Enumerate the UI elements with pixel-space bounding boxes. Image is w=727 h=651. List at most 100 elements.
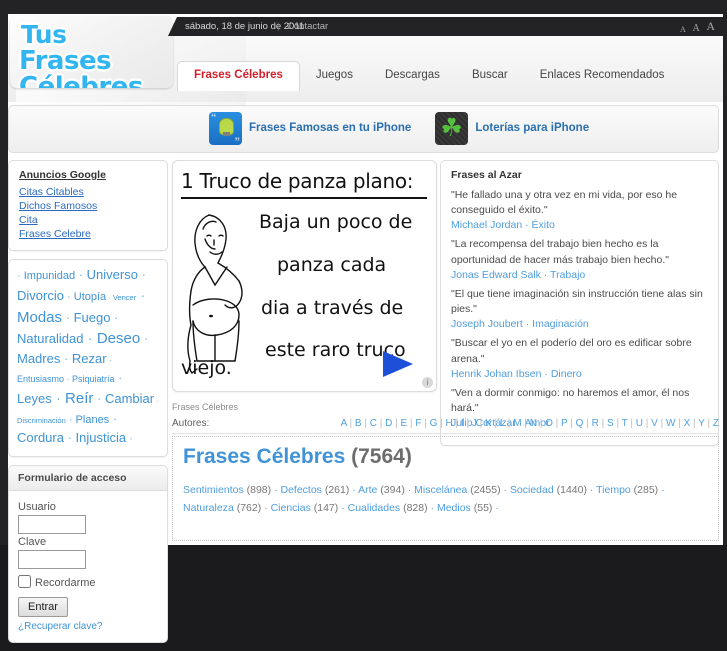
tag-modas[interactable]: Modas [17,309,62,326]
category-separator: · [495,501,499,514]
quote-text: "La recompensa del trabajo bien hecho es… [451,238,669,266]
tag-discriminación[interactable]: Discriminación [17,416,66,425]
tag-planes[interactable]: Planes [76,414,110,426]
tag-cambiar[interactable]: Cambiar [105,391,154,406]
ads-link-4[interactable]: Frases Celebre [19,228,157,240]
quote-author[interactable]: Jonas Edward Salk [451,269,541,281]
ad-line-3: panza cada [277,254,387,276]
quote-meta: Henrik Johan Ibsen · Dinero [451,368,708,380]
tab-frases-célebres[interactable]: Frases Célebres [177,61,300,91]
quote-author[interactable]: Michael Jordan [451,219,522,231]
alpha-link-W[interactable]: W [666,418,675,429]
promo-items: “” Frases Famosas en tu iPhone ☘ Loterías p… [209,112,613,148]
category-cualidades[interactable]: Cualidades [348,502,401,514]
tag-utopía[interactable]: Utopía [74,291,106,303]
tag-separator: · [64,374,73,385]
logo-line-2: Frases Célebres [19,46,143,88]
adchoices-info-icon[interactable]: i [422,377,433,388]
category-separator: · [661,484,665,496]
tab-juegos[interactable]: Juegos [300,61,369,90]
tag-entusiasmo[interactable]: Entusiasmo [17,374,64,384]
alpha-link-H[interactable]: H [446,418,453,429]
tag-deseo[interactable]: Deseo [97,330,140,347]
tab-descargas[interactable]: Descargas [369,61,456,90]
ad-headline: 1 Truco de panza plano: [181,169,414,193]
tag-leyes[interactable]: Leyes [17,391,52,406]
alpha-link-O[interactable]: O [545,418,553,429]
autores-row: Autores: A | B | C | D | E | F | G | H |… [172,418,719,434]
recordarme-row[interactable]: Recordarme [18,574,158,589]
category-medios[interactable]: Medios [437,502,471,514]
recordarme-checkbox[interactable] [18,574,31,588]
category-tiempo[interactable]: Tiempo [596,484,631,496]
alpha-separator: | [583,418,592,429]
lightbulb-quote-icon: “” [209,112,242,148]
alpha-separator: | [657,418,666,429]
alpha-link-U[interactable]: U [636,418,643,429]
tag-divorcio[interactable]: Divorcio [17,288,64,303]
tag-separator: · [137,267,146,282]
quote-topic[interactable]: Dinero [551,368,582,380]
tag-psiquiatría[interactable]: Psiquiatría [72,374,115,384]
tag-universo[interactable]: Universo [87,267,138,282]
quote-topic[interactable]: Éxito [532,219,555,231]
blue-arrow-icon[interactable] [383,351,413,377]
usuario-input[interactable] [18,514,86,534]
ads-link-3[interactable]: Cita [19,214,157,226]
font-size-medium-icon[interactable]: A [692,23,699,34]
tag-impunidad[interactable]: Impunidad [24,270,75,282]
entrar-button[interactable]: Entrar [18,596,68,617]
tag-vencer[interactable]: Vencer [113,293,136,302]
category-arte[interactable]: Arte [358,484,377,496]
tag-reír[interactable]: Reír [65,390,93,407]
tab-buscar[interactable]: Buscar [456,61,524,90]
tag-injusticia[interactable]: Injusticia [76,430,127,445]
tag-separator: · [106,355,113,366]
alpha-link-K[interactable]: K [485,418,492,429]
font-size-large-icon[interactable]: A [706,19,715,34]
quote-topic[interactable]: Imaginación [532,318,589,330]
alpha-separator: | [642,418,652,429]
category-defectos[interactable]: Defectos [280,484,321,496]
quote-author[interactable]: Joseph Joubert [451,318,523,330]
tag-madres[interactable]: Madres [17,351,60,366]
quote-author[interactable]: Henrik Johan Ibsen [451,368,541,380]
category-sociedad[interactable]: Sociedad [510,484,554,496]
clave-input[interactable] [18,549,86,569]
alpha-separator: | [521,418,530,429]
alpha-link-C[interactable]: C [370,418,377,429]
alpha-link-R[interactable]: R [592,418,599,429]
tag-fuego[interactable]: Fuego [74,310,111,325]
category-miscelánea[interactable]: Miscelánea [414,484,467,496]
page-title-text: Frases Célebres [183,445,346,468]
category-count: (828) [400,501,431,514]
random-quotes-title: Frases al Azar [451,169,522,181]
alpha-link-V[interactable]: V [651,418,658,429]
category-naturaleza[interactable]: Naturaleza [183,502,234,514]
tag-cordura[interactable]: Cordura [17,430,64,445]
alpha-separator: | [675,418,684,429]
tag-naturalidad[interactable]: Naturalidad [17,331,84,346]
recuperar-clave-link[interactable]: ¿Recuperar clave? [18,621,158,632]
alpha-separator: | [476,418,485,429]
alpha-link-S[interactable]: S [607,418,614,429]
tag-rezar[interactable]: Rezar [72,351,107,366]
quote-topic[interactable]: Trabajo [550,269,585,281]
site-logo[interactable]: Tus Frases Célebres [10,16,173,88]
promo-item-2[interactable]: ☘ Loterías para iPhone [435,112,589,148]
ads-link-2[interactable]: Dichos Famosos [19,200,157,212]
ads-link-1[interactable]: Citas Citables [19,186,157,198]
alpha-link-B[interactable]: B [355,418,362,429]
ad-underline [181,197,427,199]
category-sentimientos[interactable]: Sentimientos [183,484,244,496]
category-ciencias[interactable]: Ciencias [271,502,311,514]
alpha-link-N[interactable]: N [530,418,537,429]
alpha-link-Z[interactable]: Z [713,418,719,429]
font-size-controls[interactable]: A A A [676,19,715,34]
promo-item-1[interactable]: “” Frases Famosas en tu iPhone [209,112,411,148]
tab-enlaces-recomendados[interactable]: Enlaces Recomendados [524,61,681,90]
alpha-link-M[interactable]: M [513,418,521,429]
font-size-small-icon[interactable]: A [680,25,686,34]
center-advertisement[interactable]: 1 Truco de panza plano: Baja un poco de … [172,160,437,392]
contactar-link[interactable]: Contactar [287,21,328,32]
